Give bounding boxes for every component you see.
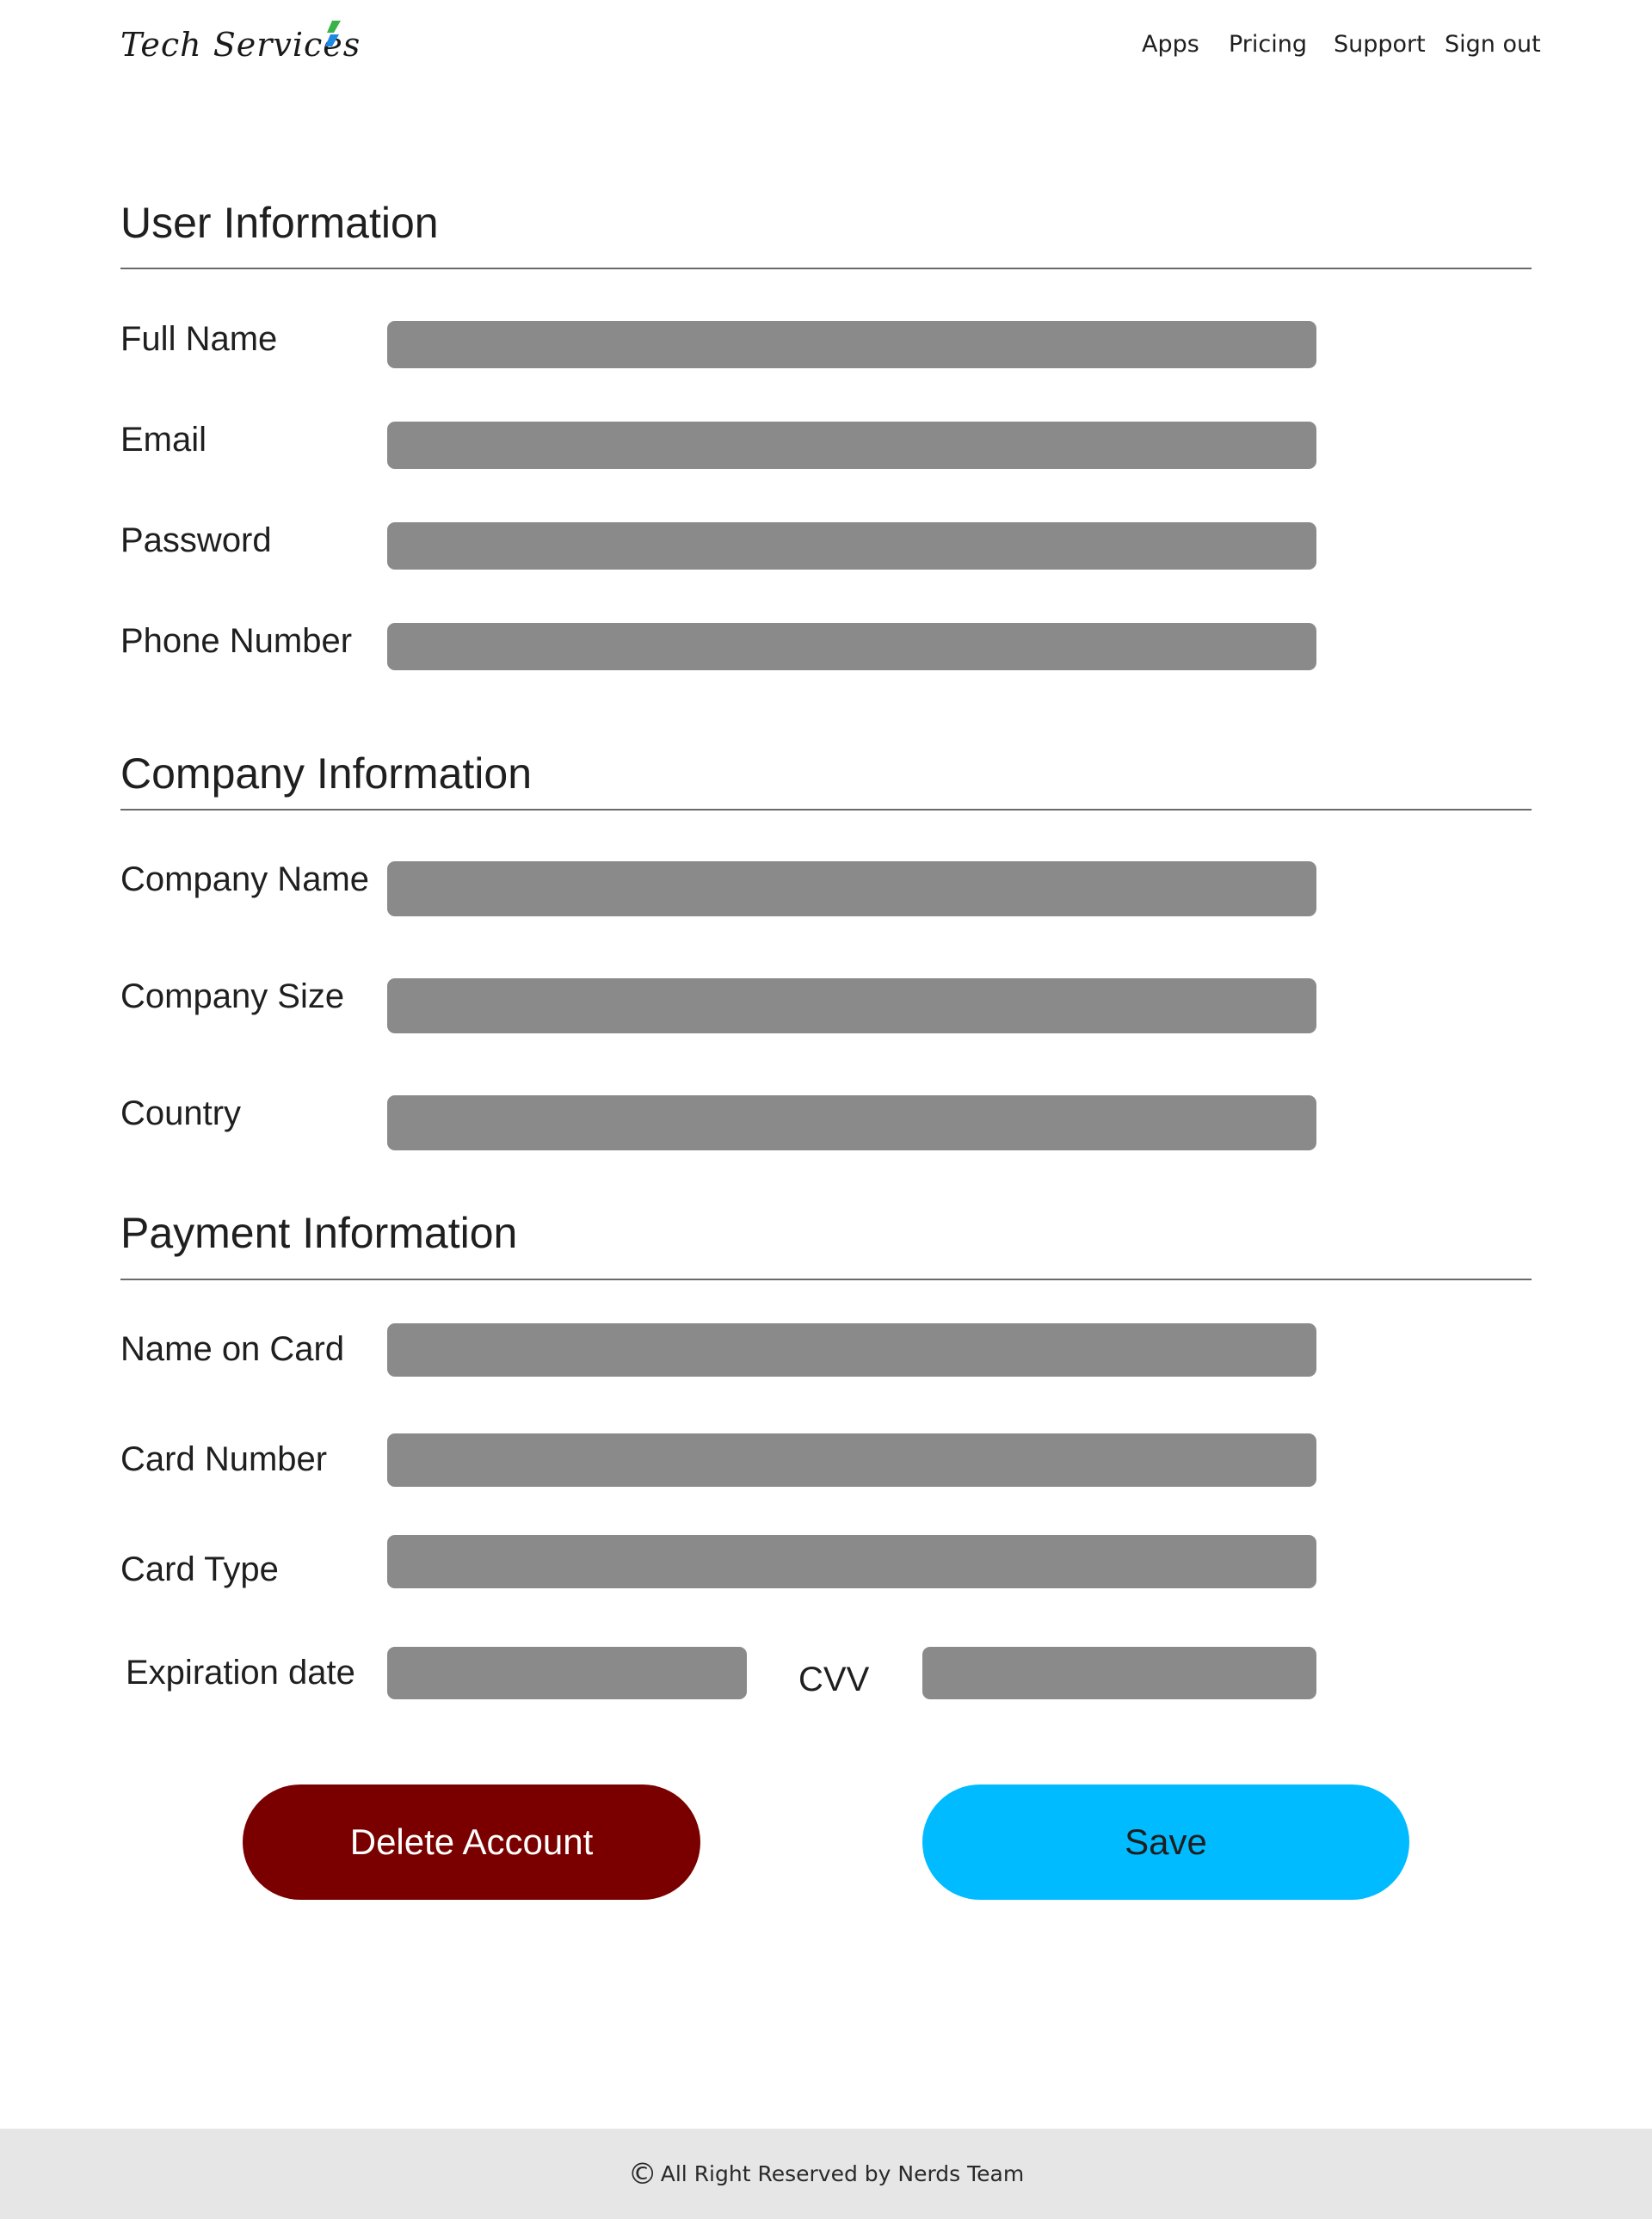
expiration-date-input[interactable] <box>387 1647 747 1699</box>
country-input[interactable] <box>387 1095 1316 1150</box>
name-on-card-input[interactable] <box>387 1323 1316 1377</box>
label-name-on-card: Name on Card <box>120 1330 345 1368</box>
section-title-user: User Information <box>120 199 439 247</box>
footer-text: All Right Reserved by Nerds Team <box>660 2161 1025 2186</box>
nav-apps[interactable]: Apps <box>1142 31 1199 58</box>
company-size-input[interactable] <box>387 978 1316 1033</box>
section-divider <box>120 268 1532 269</box>
section-divider <box>120 1279 1532 1280</box>
card-number-input[interactable] <box>387 1433 1316 1487</box>
section-title-payment: Payment Information <box>120 1209 518 1257</box>
label-card-number: Card Number <box>120 1440 328 1478</box>
label-full-name: Full Name <box>120 320 278 358</box>
nav-pricing[interactable]: Pricing <box>1229 31 1307 58</box>
label-cvv: CVV <box>798 1661 870 1698</box>
card-type-input[interactable] <box>387 1535 1316 1588</box>
copyright-icon: © <box>627 2156 657 2191</box>
label-expiration-date: Expiration date <box>126 1654 355 1692</box>
nav-sign-out[interactable]: Sign out <box>1445 31 1541 58</box>
cvv-input[interactable] <box>922 1647 1316 1699</box>
delete-account-button[interactable]: Delete Account <box>243 1784 700 1900</box>
phone-number-input[interactable] <box>387 623 1316 670</box>
footer: © All Right Reserved by Nerds Team <box>0 2129 1652 2219</box>
footer-content: © All Right Reserved by Nerds Team <box>0 2129 1652 2219</box>
label-password: Password <box>120 521 272 559</box>
company-name-input[interactable] <box>387 861 1316 916</box>
nav-support[interactable]: Support <box>1334 31 1426 58</box>
label-company-name: Company Name <box>120 860 370 898</box>
email-input[interactable] <box>387 422 1316 469</box>
label-company-size: Company Size <box>120 977 345 1015</box>
label-email: Email <box>120 421 207 459</box>
label-phone-number: Phone Number <box>120 622 353 660</box>
full-name-input[interactable] <box>387 321 1316 368</box>
section-divider <box>120 809 1532 811</box>
logo-leaf-icon <box>325 21 341 46</box>
section-title-company: Company Information <box>120 749 533 798</box>
save-button[interactable]: Save <box>922 1784 1409 1900</box>
label-country: Country <box>120 1094 242 1132</box>
label-card-type: Card Type <box>120 1550 279 1588</box>
password-input[interactable] <box>387 522 1316 570</box>
